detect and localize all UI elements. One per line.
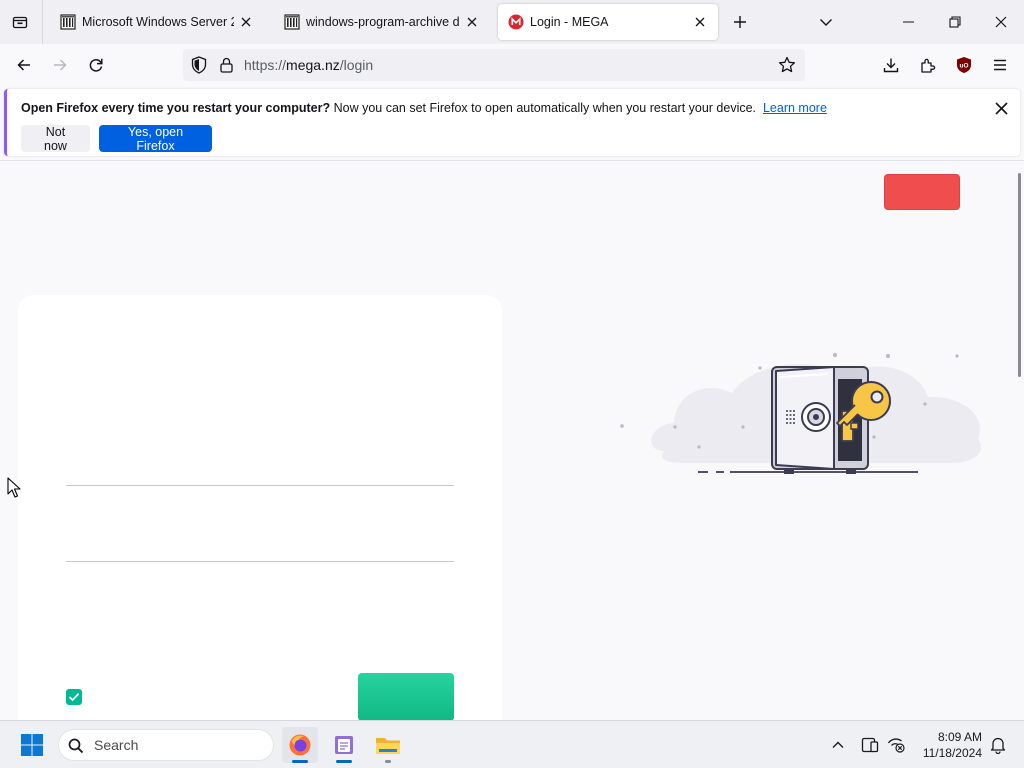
- archive-icon: [60, 14, 76, 30]
- reload-icon: [89, 58, 103, 72]
- chevron-up-icon: [832, 741, 844, 748]
- url-bar[interactable]: https://mega.nz/login: [183, 49, 805, 81]
- firefox-view-icon: [12, 16, 28, 29]
- tab-mega-login[interactable]: Login - MEGA: [498, 4, 718, 40]
- tab-program-archive[interactable]: windows-program-archive dire: [274, 4, 490, 40]
- password-field[interactable]: [66, 561, 454, 562]
- ublock-origin-button[interactable]: uO: [950, 51, 978, 79]
- checkmark-icon: [68, 693, 80, 702]
- close-icon: [994, 101, 1008, 115]
- list-all-tabs-button[interactable]: [814, 10, 838, 34]
- tray-network-button[interactable]: [884, 733, 908, 757]
- firefox-icon: [289, 734, 311, 756]
- ublock-origin-icon: uO: [957, 57, 971, 73]
- downloads-button[interactable]: [877, 51, 905, 79]
- firefox-view-button[interactable]: [6, 8, 34, 36]
- file-explorer-icon: [376, 738, 400, 754]
- url-scheme: https://: [244, 57, 287, 73]
- restore-icon: [949, 16, 961, 28]
- active-app-indicator: [336, 760, 352, 763]
- puzzle-piece-icon: [921, 58, 936, 73]
- back-arrow-icon: [17, 59, 30, 71]
- bookmark-star-icon[interactable]: [777, 55, 797, 75]
- tab-title: Microsoft Windows Server 2012: [82, 15, 234, 29]
- notification-message: Open Firefox every time you restart your…: [21, 101, 827, 115]
- app-menu-button[interactable]: [986, 51, 1014, 79]
- taskbar-firefox[interactable]: [282, 727, 318, 763]
- download-icon: [883, 58, 899, 73]
- restore-button[interactable]: [932, 0, 978, 44]
- search-placeholder: Search: [94, 737, 139, 753]
- yes-open-firefox-button[interactable]: Yes, open Firefox: [99, 125, 212, 153]
- remember-me-checkbox[interactable]: [66, 689, 82, 705]
- mega-icon: [508, 14, 524, 30]
- tablet-device-icon: [861, 737, 879, 753]
- network-disconnected-icon: [887, 738, 905, 753]
- back-button[interactable]: [10, 51, 38, 79]
- windows-taskbar: Search 8:09 AM 11/18/2024: [0, 720, 1024, 768]
- tab-strip: Microsoft Windows Server 2012 windows-pr…: [0, 0, 1024, 44]
- login-card: [18, 295, 502, 720]
- tab-title: Login - MEGA: [530, 15, 609, 29]
- page-scrollbar[interactable]: [1018, 173, 1021, 377]
- chevron-down-icon: [820, 19, 832, 26]
- tab-title: windows-program-archive dire: [306, 15, 460, 29]
- bell-icon: [990, 737, 1006, 754]
- open-app-indicator: [385, 760, 391, 763]
- safe-with-key-illustration: [620, 353, 982, 474]
- svg-text:uO: uO: [959, 63, 968, 70]
- not-now-button[interactable]: Not now: [21, 125, 90, 153]
- url-path: /login: [339, 57, 374, 73]
- page-content: [0, 160, 1024, 720]
- close-icon[interactable]: [238, 14, 254, 30]
- plus-icon: [734, 16, 746, 28]
- notifications-button[interactable]: [986, 733, 1010, 757]
- new-tab-button[interactable]: [728, 10, 752, 34]
- notepad-icon: [335, 736, 353, 754]
- show-hidden-icons-button[interactable]: [826, 733, 850, 757]
- taskbar-notepad[interactable]: [326, 727, 362, 763]
- minimize-icon: [903, 21, 914, 23]
- create-account-button[interactable]: [884, 174, 960, 210]
- navigation-toolbar: https://mega.nz/login uO: [0, 44, 1024, 86]
- notification-heading: Open Firefox every time you restart your…: [21, 101, 331, 115]
- tracking-protection-icon[interactable]: [189, 55, 209, 75]
- login-button[interactable]: [358, 673, 454, 720]
- tab-separator: [42, 0, 43, 44]
- taskbar-clock[interactable]: 8:09 AM 11/18/2024: [912, 729, 982, 761]
- tab-windows-server[interactable]: Microsoft Windows Server 2012: [50, 4, 264, 40]
- email-field[interactable]: [66, 485, 454, 486]
- notification-close-button[interactable]: [991, 98, 1011, 118]
- lock-icon[interactable]: [217, 55, 235, 75]
- clock-time: 8:09 AM: [937, 730, 982, 744]
- firefox-notification-bar: Open Firefox every time you restart your…: [4, 89, 1020, 156]
- hamburger-menu-icon: [994, 59, 1006, 71]
- taskbar-file-explorer[interactable]: [370, 727, 406, 763]
- url-text: https://mega.nz/login: [244, 57, 373, 73]
- minimize-button[interactable]: [886, 0, 932, 44]
- taskbar-search-box[interactable]: Search: [58, 729, 274, 761]
- archive-icon: [284, 14, 300, 30]
- extensions-button[interactable]: [914, 51, 942, 79]
- windows-start-icon[interactable]: [20, 733, 44, 757]
- close-icon[interactable]: [464, 14, 480, 30]
- reload-button[interactable]: [82, 51, 110, 79]
- tray-device-button[interactable]: [858, 733, 882, 757]
- notification-body: Now you can set Firefox to open automati…: [330, 101, 757, 115]
- window-close-button[interactable]: [978, 0, 1024, 44]
- forward-arrow-icon: [54, 59, 67, 71]
- search-icon: [67, 737, 85, 755]
- mouse-cursor-icon: [7, 477, 21, 498]
- clock-date: 11/18/2024: [922, 746, 982, 760]
- close-icon: [995, 16, 1007, 28]
- learn-more-link[interactable]: Learn more: [763, 101, 827, 115]
- close-icon[interactable]: [692, 14, 708, 30]
- active-app-indicator: [292, 760, 308, 763]
- url-host: mega.nz: [286, 57, 340, 73]
- forward-button[interactable]: [46, 51, 74, 79]
